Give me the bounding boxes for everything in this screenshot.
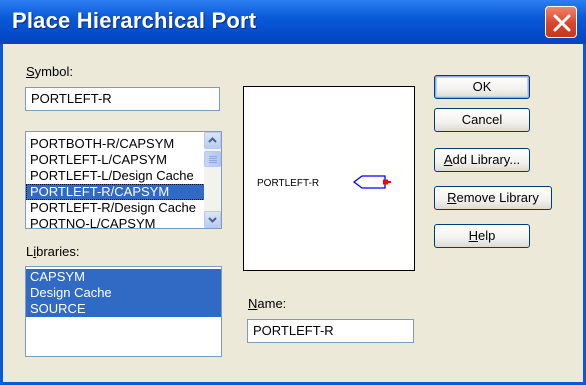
preview-port-name: PORTLEFT-R [257,178,320,189]
symbol-list[interactable]: PORTBOTH-R/CAPSYM PORTLEFT-L/CAPSYM PORT… [25,131,222,229]
help-button[interactable]: Help [434,224,530,248]
title-bar[interactable]: Place Hierarchical Port [0,0,586,44]
symbol-label: Symbol: [26,64,73,79]
port-symbol-icon [352,175,391,189]
cancel-button[interactable]: Cancel [434,108,530,132]
name-input[interactable]: PORTLEFT-R [247,319,414,343]
libraries-list[interactable]: CAPSYM Design Cache SOURCE [25,266,222,357]
list-item[interactable]: PORTNO-L/CAPSYM [26,216,221,228]
symbol-preview: PORTLEFT-R [243,86,415,271]
close-button[interactable] [545,6,577,38]
list-item-selected[interactable]: Design Cache [26,285,221,301]
list-item-selected[interactable]: PORTLEFT-R/CAPSYM [26,184,221,200]
list-item[interactable]: PORTLEFT-L/Design Cache [26,168,221,184]
list-item-selected[interactable]: SOURCE [26,301,221,317]
scroll-up-button[interactable] [204,132,221,149]
close-icon [553,14,571,32]
list-item[interactable]: PORTLEFT-L/CAPSYM [26,152,221,168]
list-item-selected[interactable]: CAPSYM [26,269,221,285]
chevron-down-icon [208,217,217,223]
chevron-up-icon [208,137,217,143]
ok-button[interactable]: OK [434,75,530,99]
add-library-button[interactable]: Add Library... [434,148,530,172]
scroll-down-button[interactable] [204,211,221,228]
window-title: Place Hierarchical Port [12,8,257,33]
symbol-input[interactable]: PORTLEFT-R [25,87,220,111]
list-item[interactable]: PORTLEFT-R/Design Cache [26,200,221,216]
libraries-label: Libraries: [26,244,80,259]
symbol-list-scrollbar[interactable] [204,132,221,228]
scroll-thumb[interactable] [204,151,221,167]
remove-library-button[interactable]: Remove Library [434,186,552,210]
list-item[interactable]: PORTBOTH-R/CAPSYM [26,136,221,152]
name-label: Name: [248,296,287,311]
